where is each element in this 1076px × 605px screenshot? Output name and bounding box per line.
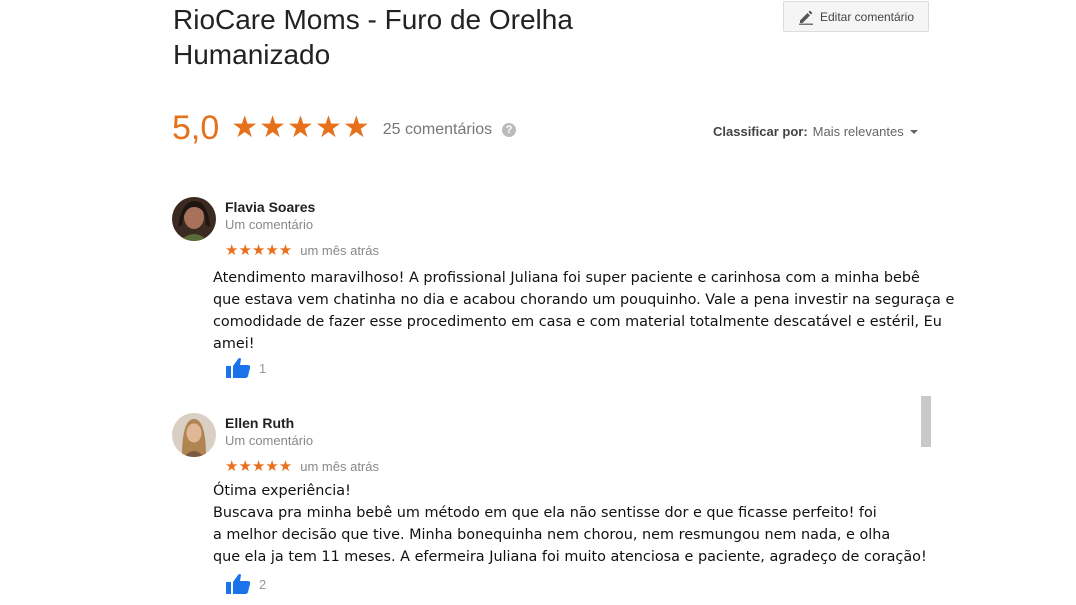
review-text-line: Buscava pra minha bebê um método em que …	[213, 505, 877, 521]
review-stars: ★★★★★	[225, 242, 293, 259]
review-text-line: Atendimento maravilhoso! A profissional …	[213, 270, 920, 286]
review-count[interactable]: 25 comentários	[383, 104, 492, 152]
like-count: 1	[259, 360, 267, 376]
reviewer-name[interactable]: Flavia Soares	[225, 199, 315, 215]
review-text-line: que ela ja tem 11 meses. A efermeira Jul…	[213, 549, 927, 565]
average-score: 5,0	[172, 109, 220, 147]
place-title: RioCare Moms - Furo de Orelha Humanizado	[173, 4, 573, 70]
chevron-down-icon[interactable]	[909, 129, 918, 134]
review-date: um mês atrás	[300, 458, 379, 474]
like-control: 1	[225, 357, 266, 379]
sort-control[interactable]: Classificar por: Mais relevantes	[713, 124, 918, 139]
scrollbar-thumb[interactable]	[921, 396, 931, 447]
sort-label: Classificar por:	[713, 124, 808, 139]
average-stars: ★★★★★	[231, 111, 371, 144]
pencil-icon	[798, 10, 813, 25]
avatar[interactable]	[172, 197, 216, 241]
review-text-line: Ótima experiência!	[213, 483, 351, 499]
sort-value[interactable]: Mais relevantes	[813, 124, 904, 139]
like-count: 2	[259, 576, 267, 592]
review-text-line: a melhor decisão que tive. Minha bonequi…	[213, 527, 891, 543]
reviewer-review-count: Um comentário	[225, 433, 314, 448]
review-stars: ★★★★★	[225, 458, 293, 475]
avatar[interactable]	[172, 413, 216, 457]
thumbs-up-icon[interactable]	[225, 573, 251, 595]
review-date: um mês atrás	[300, 242, 379, 258]
reviewer-name[interactable]: Ellen Ruth	[225, 415, 294, 431]
review-text: Atendimento maravilhoso! A profissional …	[213, 267, 973, 355]
review-text: Ótima experiência! Buscava pra minha beb…	[213, 480, 973, 568]
help-icon[interactable]: ?	[502, 123, 517, 137]
edit-review-label: Editar comentário	[819, 9, 915, 24]
thumbs-up-icon[interactable]	[225, 357, 251, 379]
review-text-line: amei!	[213, 336, 255, 352]
edit-review-button[interactable]: Editar comentário	[783, 1, 929, 32]
rating-summary: 5,0 ★★★★★ 25 comentários ?	[172, 104, 517, 152]
like-control: 2	[225, 573, 266, 595]
review-text-line: que estava vem chatinha no dia e acabou …	[213, 292, 955, 308]
review-text-line: comodidade de fazer esse procedimento em…	[213, 314, 942, 330]
reviewer-review-count: Um comentário	[225, 217, 314, 232]
